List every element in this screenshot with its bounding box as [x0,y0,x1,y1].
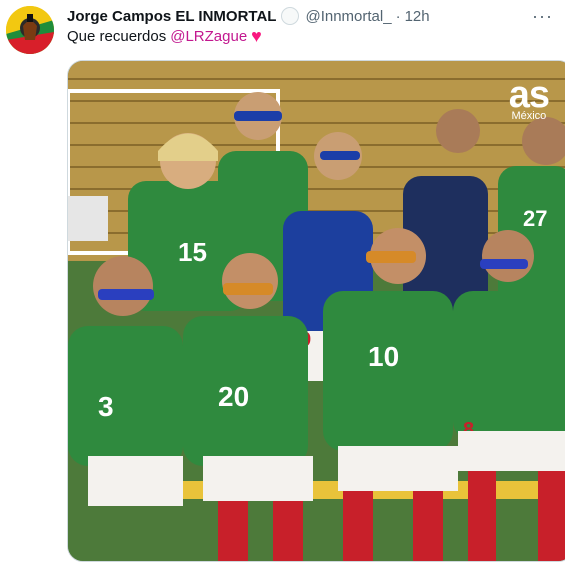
ad-board [68,196,108,241]
tweet-body: Que recuerdos [67,28,167,45]
as-mexico-watermark: as México [508,74,550,122]
heart-icon: ♥ [251,26,262,46]
author-name[interactable]: Jorge Campos EL INMORTAL [67,8,276,25]
watermark-subtitle: México [511,110,547,122]
jersey-number: 3 [98,391,114,422]
jersey-number: 15 [178,237,207,267]
badge-icon [281,7,300,25]
tweet-header: Jorge Campos EL INMORTAL @Innmortal_ · 1… [67,6,553,26]
team-photo-illustration: 15 9 27 3 [68,61,565,561]
mention-link[interactable]: @LRZague [170,28,247,45]
tweet-photo[interactable]: 15 9 27 3 [67,60,565,562]
tweet-text: Que recuerdos @LRZague ♥ [67,26,262,46]
tweet-timestamp[interactable]: 12h [405,8,430,25]
author-handle[interactable]: @Innmortal_ [305,8,391,25]
separator-dot: · [395,7,401,25]
author-avatar[interactable] [6,6,54,54]
jersey-number: 20 [218,381,249,412]
watermark-logo: as [508,74,550,116]
avatar-image [6,6,54,54]
tweet: Jorge Campos EL INMORTAL @Innmortal_ · 1… [0,0,565,562]
more-options-icon[interactable]: ··· [532,7,553,25]
jersey-number: 10 [368,341,399,372]
jersey-number: 27 [523,206,547,231]
